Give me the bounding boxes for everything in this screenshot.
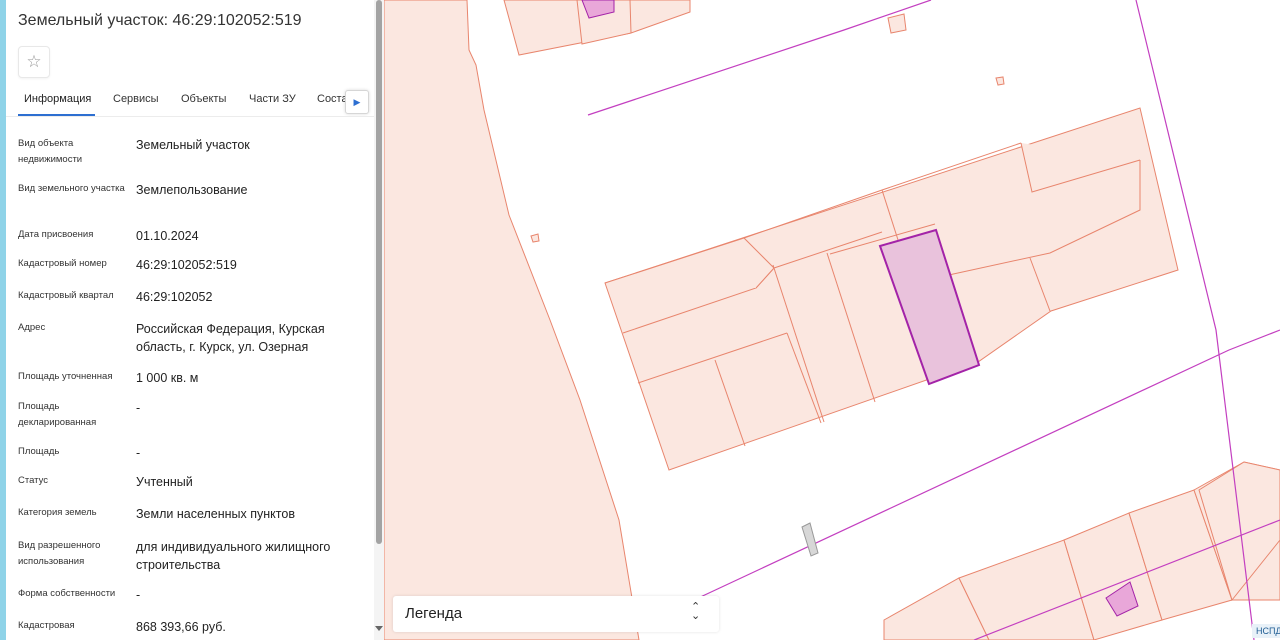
map-road-strip [384, 0, 640, 640]
map-small-structure [801, 522, 819, 557]
panel-title: Земельный участок: 46:29:102052:519 [18, 12, 302, 29]
tab-composition[interactable]: Соста [317, 93, 348, 105]
property-value: Российская Федерация, Курская область, г… [136, 322, 325, 354]
property-value: Земли населенных пунктов [136, 507, 295, 521]
property-label: Площадь декларированная [18, 401, 97, 428]
tab-objects[interactable]: Объекты [181, 93, 226, 105]
map-parcel [530, 233, 540, 243]
map-canvas[interactable] [384, 0, 1280, 640]
property-label: Адрес [18, 322, 46, 333]
property-label: Вид разрешенного использования [18, 540, 101, 567]
property-label: Кадастровая [18, 620, 75, 631]
nspd-badge: НСПД [1252, 624, 1280, 638]
property-label: Дата присвоения [18, 229, 94, 240]
scrollbar-thumb[interactable] [376, 0, 382, 544]
property-label: Вид земельного участка [18, 183, 125, 194]
property-label: Кадастровый номер [18, 258, 107, 269]
map-parcel [995, 76, 1005, 86]
property-label: Форма собственности [18, 588, 116, 599]
favorite-button[interactable]: ☆ [18, 46, 50, 78]
legend-title: Легенда [405, 605, 463, 622]
panel-scrollbar[interactable] [374, 0, 384, 640]
tab-parcel-parts[interactable]: Части ЗУ [249, 93, 296, 105]
tab-bar: Информация Сервисы Объекты Части ЗУ Сост… [6, 86, 374, 117]
property-value: - [136, 588, 141, 602]
property-value: 1 000 кв. м [136, 371, 199, 385]
property-value: для индивидуального жилищного строительс… [136, 540, 331, 572]
property-value: Земельный участок [136, 138, 250, 152]
property-label: Площадь [18, 446, 60, 457]
map-parcel [887, 13, 907, 34]
active-tab-indicator [18, 114, 95, 116]
tab-services[interactable]: Сервисы [113, 93, 159, 105]
property-label: Площадь уточненная [18, 371, 113, 382]
info-panel: Земельный участок: 46:29:102052:519 ☆ Ин… [6, 0, 374, 640]
scroll-down-arrow-icon[interactable] [375, 626, 383, 631]
property-value: - [136, 401, 141, 415]
legend-panel[interactable]: Легенда ⌃ ⌄ [393, 596, 719, 632]
star-outline-icon: ☆ [26, 52, 42, 71]
expand-collapse-icon[interactable]: ⌃ ⌄ [691, 602, 700, 622]
property-value: - [136, 446, 141, 460]
property-value: 46:29:102052 [136, 290, 213, 304]
property-label: Статус [18, 475, 49, 486]
property-value: 868 393,66 руб. [136, 620, 226, 634]
property-value: Учтенный [136, 475, 193, 489]
property-value: 46:29:102052:519 [136, 258, 237, 272]
cadastral-map[interactable] [384, 0, 1280, 640]
property-value: 01.10.2024 [136, 229, 199, 243]
chevron-right-icon: ▶ [353, 96, 361, 107]
property-value: Землепользование [136, 183, 248, 197]
property-label: Категория земель [18, 507, 97, 518]
property-label: Вид объекта недвижимости [18, 138, 83, 165]
tabs-scroll-right-button[interactable]: ▶ [345, 90, 369, 114]
tab-information[interactable]: Информация [24, 93, 91, 105]
property-label: Кадастровый квартал [18, 290, 114, 301]
